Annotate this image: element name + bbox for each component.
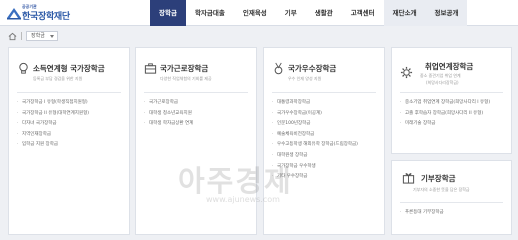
logo-text: 한국장학재단 <box>22 12 70 22</box>
list-item[interactable]: 중소기업 취업연계 장학금(희망사다리 I 유형) <box>400 98 490 109</box>
nav-customer-center[interactable]: 고객센터 <box>342 0 384 26</box>
card-title[interactable]: 국가근로장학금 <box>160 63 208 74</box>
card-merit-scholarship: 국가우수장학금 우수 인재 양성 지원 대통령과학장학금 국가우수장학금(이공계… <box>263 47 385 235</box>
lightbulb-icon <box>19 62 28 74</box>
nav-dormitory[interactable]: 생활관 <box>306 0 342 26</box>
card-title[interactable]: 기부장학금 <box>421 173 456 184</box>
list-item[interactable]: 대통령과학장학금 <box>272 98 358 109</box>
gift-icon <box>402 173 415 184</box>
header: 공공기관 한국장학재단 장학금 학자금대출 인재육성 기부 생활관 고객센터 재… <box>0 0 518 26</box>
breadcrumb-divider <box>21 32 22 40</box>
list-item[interactable]: 국가우수장학금(이공계) <box>272 109 358 120</box>
logo[interactable]: 공공기관 한국장학재단 <box>4 3 94 23</box>
card-divider <box>400 202 503 203</box>
card-subtitle: 다양한 직업체험의 기회를 제공 <box>160 76 212 81</box>
list-item[interactable]: 대학생 청소년교육지원 <box>144 109 193 120</box>
card-title[interactable]: 취업연계장학금 <box>425 61 473 72</box>
list-item[interactable]: 국가장학금 I 유형(학생직접지원형) <box>17 98 89 109</box>
breadcrumb: 장학금 <box>8 30 58 42</box>
card-divider <box>144 92 248 93</box>
card-subtitle-secondary: (희망사다리장학금) <box>426 80 459 85</box>
medal-icon <box>274 62 283 75</box>
watermark-url: www.ajunews.com <box>206 195 280 204</box>
list-item[interactable]: 국가장학금 II 유형(대학연계지원형) <box>17 109 89 120</box>
list-item[interactable]: 국가근로장학금 <box>144 98 193 109</box>
card-subtitle: 기부자의 소중한 뜻을 담은 장학금 <box>413 187 470 192</box>
card-divider <box>272 92 376 93</box>
nav-scholarship[interactable]: 장학금 <box>150 0 186 26</box>
list-item[interactable]: 우수고등학생 해외유학 장학금(드림장학금) <box>272 140 358 151</box>
card-title[interactable]: 소득연계형 국가장학금 <box>33 63 105 74</box>
card-divider <box>17 92 121 93</box>
list-item[interactable]: 입학금 지원 장학금 <box>17 140 89 151</box>
scholarship-list: 국가근로장학금 대학생 청소년교육지원 대학생 학자금상환 연계 <box>144 98 193 130</box>
card-title[interactable]: 국가우수장학금 <box>288 63 336 74</box>
scholarship-list: 푸른등대 기부장학금 <box>400 208 444 219</box>
watermark: 아주경제 <box>178 164 293 198</box>
list-item[interactable]: 푸른등대 기부장학금 <box>400 208 444 219</box>
nav-talent[interactable]: 인재육성 <box>234 0 276 26</box>
scholarship-list: 중소기업 취업연계 장학금(희망사다리 I 유형) 고졸 후학습자 장학금(희망… <box>400 98 490 130</box>
logo-mark-icon <box>7 8 21 20</box>
list-item[interactable]: 미래기술 장학금 <box>400 119 490 130</box>
gear-icon <box>400 66 413 79</box>
list-item[interactable]: 다자녀 국가장학금 <box>17 119 89 130</box>
nav-public-info[interactable]: 정보공개 <box>425 0 468 26</box>
list-item[interactable]: 대학생 학자금상환 연계 <box>144 119 193 130</box>
nav-student-loan[interactable]: 학자금대출 <box>186 0 234 26</box>
list-item[interactable]: 예술체육비전장학금 <box>272 130 358 141</box>
main-nav: 장학금 학자금대출 인재육성 기부 생활관 고객센터 재단소개 정보공개 <box>150 0 468 26</box>
home-icon[interactable] <box>8 32 17 41</box>
card-divider <box>400 92 503 93</box>
scholarship-list: 국가장학금 I 유형(학생직접지원형) 국가장학금 II 유형(대학연계지원형)… <box>17 98 89 151</box>
list-item[interactable]: 지역인재장학금 <box>17 130 89 141</box>
card-income-linked-scholarship: 소득연계형 국가장학금 등록금 부담 경감을 위한 지원 국가장학금 I 유형(… <box>8 47 130 235</box>
breadcrumb-select[interactable]: 장학금 <box>26 31 58 41</box>
nav-about[interactable]: 재단소개 <box>383 0 426 26</box>
list-item[interactable]: 고졸 후학습자 장학금(희망사다리 II 유형) <box>400 109 490 120</box>
card-donation-scholarship: 기부장학금 기부자의 소중한 뜻을 담은 장학금 푸른등대 기부장학금 <box>391 160 512 235</box>
card-work-study-scholarship: 국가근로장학금 다양한 직업체험의 기회를 제공 국가근로장학금 대학생 청소년… <box>135 47 257 235</box>
card-subtitle: 중소 중견기업 취업 연계 <box>420 73 461 78</box>
card-subtitle: 등록금 부담 경감을 위한 지원 <box>33 76 83 81</box>
card-subtitle: 우수 인재 양성 지원 <box>288 76 322 81</box>
briefcase-icon <box>144 63 157 74</box>
nav-donation[interactable]: 기부 <box>276 0 306 26</box>
card-employment-linked-scholarship: 취업연계장학금 중소 중견기업 취업 연계 (희망사다리장학금) 중소기업 취업… <box>391 47 512 154</box>
list-item[interactable]: 인문100년장학금 <box>272 119 358 130</box>
